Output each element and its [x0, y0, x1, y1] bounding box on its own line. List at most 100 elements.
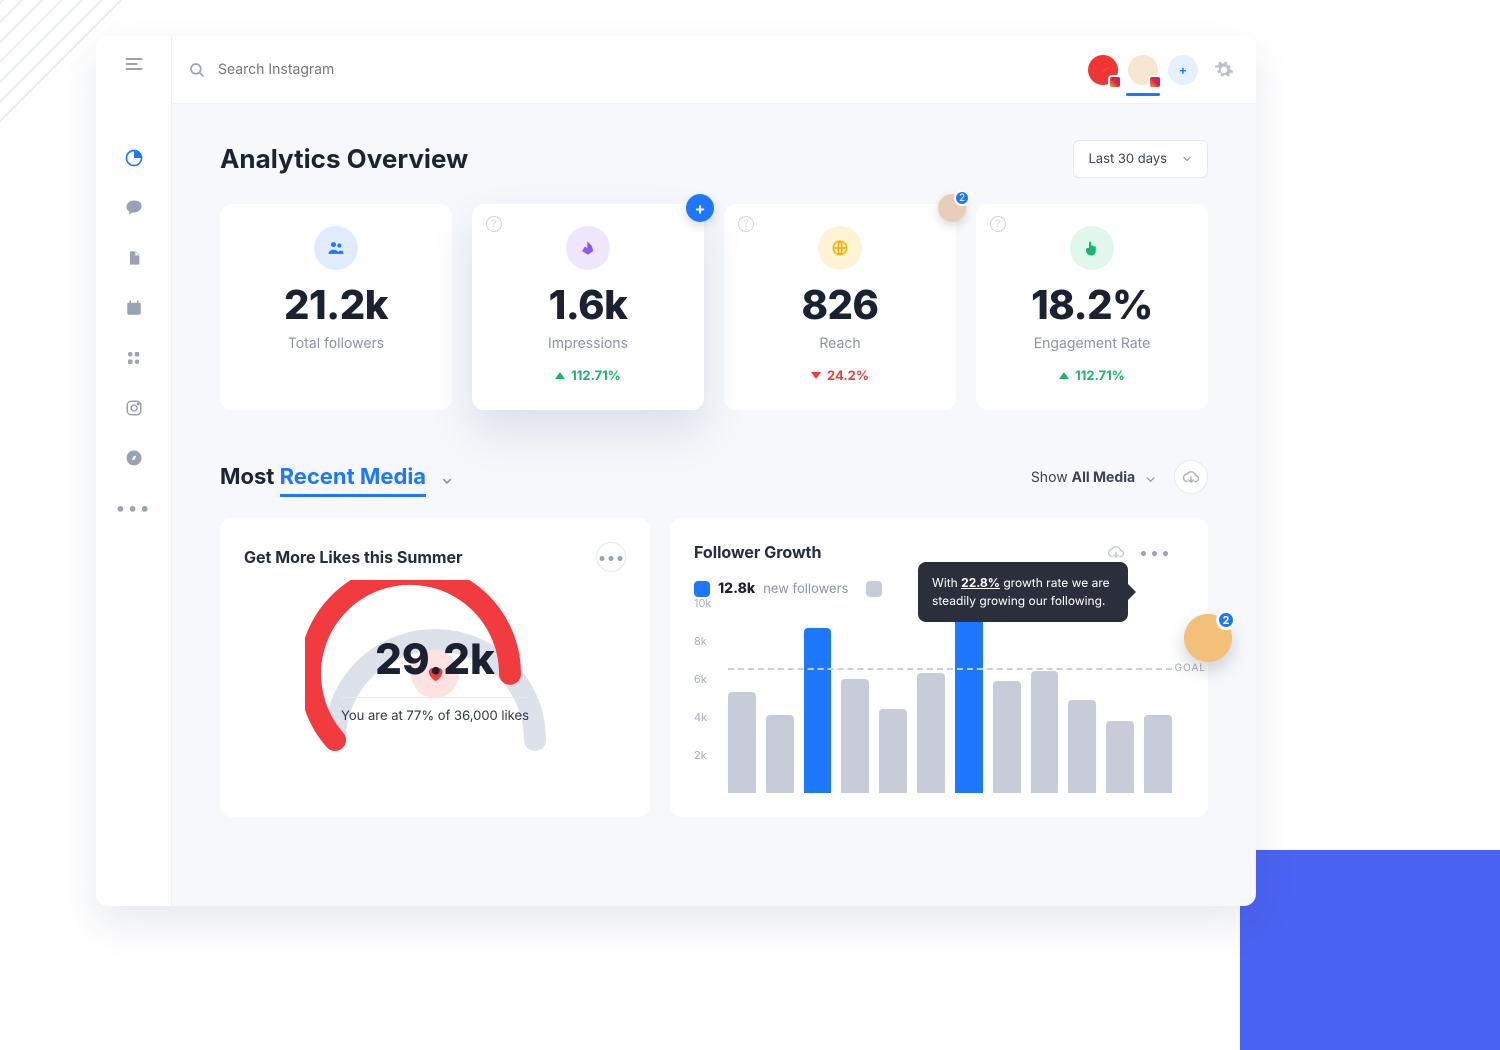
- daterange-select[interactable]: Last 30 days: [1073, 140, 1208, 178]
- legend-swatch: [694, 581, 710, 597]
- nav-explore[interactable]: [124, 448, 144, 468]
- info-icon[interactable]: ?: [990, 216, 1006, 232]
- nav-calendar[interactable]: [124, 298, 144, 318]
- nav-comments[interactable]: [124, 198, 144, 218]
- card-title: Follower Growth: [694, 542, 821, 562]
- sidebar: •••: [96, 36, 172, 906]
- lower-cards-row: Get More Likes this Summer ••• 29.2k You…: [220, 518, 1208, 817]
- bar[interactable]: [1144, 715, 1172, 793]
- bar[interactable]: [766, 715, 794, 793]
- account-avatar-user[interactable]: [1128, 55, 1158, 85]
- kpi-value: 18.2%: [986, 280, 1198, 329]
- nav-documents[interactable]: [124, 248, 144, 268]
- kpi-card-engagement[interactable]: ? 18.2% Engagement Rate 112.71%: [976, 204, 1208, 410]
- bar[interactable]: [1068, 700, 1096, 793]
- hand-icon: [1070, 226, 1114, 270]
- bar[interactable]: [728, 692, 756, 793]
- kpi-delta: 24.2%: [734, 368, 946, 384]
- add-account-button[interactable]: +: [1168, 55, 1198, 85]
- collaborator-badge[interactable]: 2: [938, 194, 966, 222]
- kpi-label: Reach: [734, 335, 946, 352]
- main-content: Analytics Overview Last 30 days 21.2k To…: [172, 104, 1256, 817]
- y-tick: 8k: [694, 634, 707, 648]
- info-icon[interactable]: ?: [738, 216, 754, 232]
- follower-growth-card: Follower Growth ••• 12.8k new followers: [670, 518, 1208, 817]
- y-tick: 4k: [694, 710, 707, 724]
- kpi-value: 1.6k: [482, 280, 694, 329]
- section-filter[interactable]: Recent Media: [280, 464, 427, 497]
- globe-icon: [818, 226, 862, 270]
- kpi-label: Total followers: [230, 335, 442, 352]
- likes-gauge: 29.2k You are at 77% of 36,000 likes: [244, 580, 626, 724]
- goal-label: GOAL: [1175, 662, 1206, 674]
- search-icon: [188, 61, 206, 79]
- overview-titlebar: Analytics Overview Last 30 days: [220, 140, 1208, 178]
- bar[interactable]: [841, 679, 869, 793]
- likes-subtext: You are at 77% of 36,000 likes: [341, 697, 529, 724]
- decorative-blue-rect: [1240, 850, 1500, 1050]
- download-button[interactable]: [1174, 460, 1208, 494]
- account-switcher: +: [1088, 55, 1198, 85]
- y-tick: 6k: [694, 672, 707, 686]
- chevron-down-icon[interactable]: ⌄: [441, 471, 452, 488]
- add-badge[interactable]: +: [686, 194, 714, 222]
- bar[interactable]: [993, 681, 1021, 793]
- nav-apps[interactable]: [124, 348, 144, 368]
- legend-swatch: [866, 581, 882, 597]
- topbar: +: [172, 36, 1256, 104]
- legend-label: new followers: [763, 581, 848, 597]
- legend-value: 12.8k: [718, 580, 755, 597]
- menu-icon[interactable]: [124, 54, 144, 74]
- settings-button[interactable]: [1214, 60, 1234, 80]
- bar[interactable]: [1106, 721, 1134, 793]
- info-icon[interactable]: ?: [486, 216, 502, 232]
- card-menu-button[interactable]: •••: [596, 542, 626, 572]
- chevron-down-icon: ⌄: [1145, 469, 1156, 486]
- plus-icon: +: [1179, 62, 1187, 77]
- kpi-value: 826: [734, 280, 946, 329]
- bar[interactable]: [879, 709, 907, 793]
- bar[interactable]: [804, 628, 832, 793]
- kpi-card-reach[interactable]: ? 2 826 Reach 24.2%: [724, 204, 956, 410]
- kpi-card-followers[interactable]: 21.2k Total followers: [220, 204, 452, 410]
- instagram-badge-icon: [1108, 75, 1122, 89]
- badge-count: 2: [954, 190, 970, 206]
- kpi-delta: 112.71%: [482, 368, 694, 384]
- growth-tooltip: With 22.8% growth rate we are steadily g…: [918, 562, 1128, 622]
- kpi-delta: 112.71%: [986, 368, 1198, 384]
- section-title: Most Recent Media ⌄: [220, 464, 453, 490]
- kpi-label: Impressions: [482, 335, 694, 352]
- tap-icon: [566, 226, 610, 270]
- collaborator-avatar[interactable]: 2: [1184, 614, 1232, 662]
- likes-value: 29.2k: [375, 634, 495, 685]
- search-wrapper: [188, 60, 1088, 79]
- kpi-row: 21.2k Total followers ? + 1.6k Impressio…: [220, 204, 1208, 410]
- nav-camera[interactable]: [124, 398, 144, 418]
- kpi-label: Engagement Rate: [986, 335, 1198, 352]
- card-title: Get More Likes this Summer: [244, 547, 463, 567]
- chevron-down-icon: [1181, 153, 1193, 165]
- y-tick: 10k: [694, 596, 711, 610]
- page-title: Analytics Overview: [220, 144, 468, 175]
- media-filter-select[interactable]: Show All Media ⌄: [1031, 469, 1156, 486]
- follower-growth-chart: GOAL 2k4k6k8k10k: [694, 603, 1172, 793]
- bar[interactable]: [1031, 671, 1059, 793]
- card-menu-button[interactable]: •••: [1139, 542, 1172, 562]
- bar[interactable]: [917, 673, 945, 793]
- search-input[interactable]: [216, 60, 476, 79]
- kpi-value: 21.2k: [230, 280, 442, 329]
- nav-more[interactable]: •••: [124, 498, 144, 518]
- kpi-card-impressions[interactable]: ? + 1.6k Impressions 112.71%: [472, 204, 704, 410]
- y-tick: 2k: [694, 748, 707, 762]
- people-icon: [314, 226, 358, 270]
- bar[interactable]: [955, 609, 983, 793]
- daterange-label: Last 30 days: [1088, 151, 1167, 167]
- app-window: + Analytics Overview Last 30 days 21.2k: [96, 36, 1256, 906]
- nav-analytics[interactable]: [124, 148, 144, 168]
- collaborator-count: 2: [1216, 610, 1236, 630]
- cloud-download-icon[interactable]: [1107, 543, 1125, 561]
- account-avatar-brand[interactable]: [1088, 55, 1118, 85]
- likes-card: Get More Likes this Summer ••• 29.2k You…: [220, 518, 650, 817]
- goal-line: [728, 668, 1172, 670]
- media-section-header: Most Recent Media ⌄ Show All Media ⌄: [220, 460, 1208, 494]
